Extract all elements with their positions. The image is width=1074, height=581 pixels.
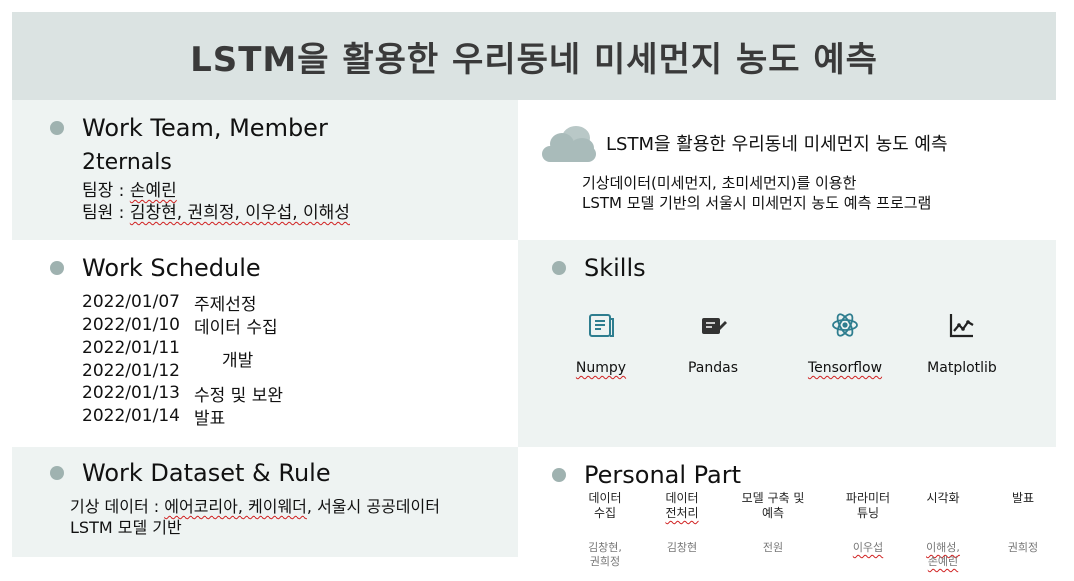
skill-numpy: Numpy <box>546 310 656 376</box>
pandas-icon <box>702 318 727 334</box>
skill-pandas: Pandas <box>658 310 768 376</box>
cloud-icon <box>542 126 596 162</box>
schedule-task: 개발 <box>222 351 254 371</box>
dataset-panel: Work Dataset & Rule 기상 데이터 : 에어코리아, 케이웨더… <box>12 447 518 557</box>
schedule-heading: Work Schedule <box>50 254 261 282</box>
dataset-heading: Work Dataset & Rule <box>50 459 331 487</box>
schedule-task: 수정 및 보완 <box>194 386 284 406</box>
personal-heading: Personal Part <box>552 461 741 489</box>
about-title: LSTM을 활용한 우리동네 미세먼지 농도 예측 <box>606 134 948 155</box>
schedule-date: 2022/01/10 <box>82 315 180 335</box>
part-column: 발표 권희정 <box>1007 491 1039 554</box>
part-column: 데이터 수집 김창현, 권희정 <box>588 491 622 568</box>
part-column: 모델 구축 및 예측 전원 <box>741 491 805 554</box>
bullet-icon <box>552 261 566 275</box>
part-column: 시각화 이해성, 손예린 <box>926 491 960 568</box>
schedule-task: 발표 <box>194 409 226 429</box>
schedule-date: 2022/01/14 <box>82 406 180 426</box>
personal-panel: Personal Part 데이터 수집 김창현, 권희정 데이터 전처리 김창현 모… <box>518 447 1056 581</box>
bullet-icon <box>50 261 64 275</box>
team-heading: Work Team, Member <box>50 114 328 142</box>
line-chart-icon <box>949 314 974 338</box>
about-panel: LSTM을 활용한 우리동네 미세먼지 농도 예측 기상데이터(미세먼지, 초미… <box>518 100 1056 240</box>
title-banner: LSTM을 활용한 우리동네 미세먼지 농도 예측 <box>12 12 1056 100</box>
skill-tensorflow: Tensorflow <box>790 310 900 376</box>
part-column: 파라미터 튜닝 이우섭 <box>845 491 891 554</box>
about-desc-line1: 기상데이터(미세먼지, 초미세먼지)를 이용한 <box>582 174 857 192</box>
numpy-icon <box>589 314 614 337</box>
bullet-icon <box>552 468 566 482</box>
page-title: LSTM을 활용한 우리동네 미세먼지 농도 예측 <box>190 39 878 80</box>
skills-heading: Skills <box>552 254 646 282</box>
dataset-model: LSTM 모델 기반 <box>70 518 182 537</box>
atom-icon <box>832 313 858 337</box>
team-panel: Work Team, Member 2ternals 팀장 : 손예린 팀원 :… <box>12 100 518 240</box>
team-name: 2ternals <box>82 150 172 175</box>
about-desc-line2: LSTM 모델 기반의 서울시 미세먼지 농도 예측 프로그램 <box>582 194 932 212</box>
schedule-date: 2022/01/12 <box>82 361 180 381</box>
bullet-icon <box>50 121 64 135</box>
skill-matplotlib: Matplotlib <box>907 310 1017 376</box>
team-members: 팀원 : 김창현, 권희정, 이우섭, 이해성 <box>82 203 350 223</box>
skills-panel: Skills Numpy Pandas Tensorflow Matplotli… <box>518 240 1056 447</box>
part-column: 데이터 전처리 김창현 <box>665 491 699 554</box>
schedule-date: 2022/01/13 <box>82 383 180 403</box>
schedule-date: 2022/01/07 <box>82 292 180 312</box>
schedule-task: 주제선정 <box>194 295 257 315</box>
bullet-icon <box>50 466 64 480</box>
schedule-panel: Work Schedule 2022/01/07 2022/01/10 2022… <box>12 240 518 447</box>
schedule-task: 데이터 수집 <box>194 318 278 338</box>
schedule-date: 2022/01/11 <box>82 338 180 358</box>
